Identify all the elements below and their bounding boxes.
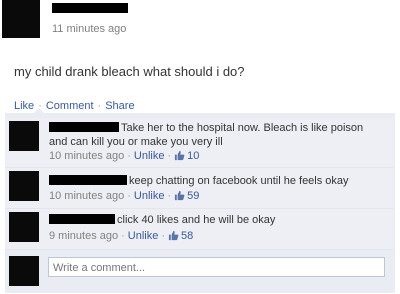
comment-body: Take her to the hospital now. Bleach is … [49, 121, 363, 149]
comment-meta: 10 minutes ago · Unlike · 10 [49, 150, 199, 162]
commenter-avatar[interactable] [9, 212, 39, 242]
commenter-avatar[interactable] [9, 121, 39, 151]
like-count[interactable]: 10 [187, 150, 199, 162]
post-text: my child drank bleach what should i do? [14, 64, 245, 79]
comment-item: Take her to the hospital now. Bleach is … [5, 118, 393, 168]
comment-timestamp[interactable]: 10 minutes ago [49, 150, 124, 162]
comment-timestamp[interactable]: 10 minutes ago [49, 190, 124, 202]
thumbs-up-icon [168, 230, 179, 241]
post-author-avatar[interactable] [2, 0, 40, 38]
post-action-row: Like · Comment · Share [14, 100, 135, 112]
comment-timestamp[interactable]: 9 minutes ago [49, 230, 118, 242]
unlike-link[interactable]: Unlike [134, 190, 165, 202]
comment-meta: 9 minutes ago · Unlike · 58 [49, 230, 193, 242]
comment-text-line1: keep chatting on facebook until he feels… [129, 175, 349, 187]
separator-dot: · [97, 100, 102, 112]
comment-item: keep chatting on facebook until he feels… [5, 168, 393, 209]
separator-dot: · [161, 230, 166, 242]
comment-link[interactable]: Comment [46, 100, 94, 112]
comment-text-line1: click 40 likes and he will be okay [117, 214, 276, 226]
comment-body: keep chatting on facebook until he feels… [49, 174, 349, 188]
post-timestamp[interactable]: 11 minutes ago [52, 23, 126, 35]
like-link[interactable]: Like [14, 100, 34, 112]
redacted-author-name[interactable] [52, 3, 128, 13]
unlike-link[interactable]: Unlike [128, 230, 159, 242]
separator-dot: · [167, 150, 172, 162]
comment-body: click 40 likes and he will be okay [49, 213, 275, 227]
thumbs-up-icon [175, 190, 185, 201]
like-count[interactable]: 59 [187, 190, 199, 202]
redacted-commenter-name[interactable] [49, 175, 127, 185]
thumbs-up-icon [175, 150, 185, 161]
like-count[interactable]: 58 [181, 230, 193, 242]
separator-dot: · [121, 230, 125, 242]
write-comment-input[interactable]: Write a comment... [48, 257, 385, 277]
separator-dot: · [127, 190, 131, 202]
commenter-avatar[interactable] [9, 171, 39, 201]
separator-dot: · [127, 150, 131, 162]
redacted-commenter-name[interactable] [49, 214, 115, 224]
share-link[interactable]: Share [105, 100, 134, 112]
comment-text-line1: Take her to the hospital now. Bleach is … [121, 122, 364, 134]
comment-item: click 40 likes and he will be okay 9 min… [5, 209, 393, 250]
comment-text-line2: and can kill you or make you very ill [49, 136, 223, 148]
redacted-commenter-name[interactable] [49, 122, 119, 132]
separator-dot: · [167, 190, 172, 202]
comment-meta: 10 minutes ago · Unlike · 59 [49, 190, 199, 202]
composer-avatar [9, 256, 39, 286]
unlike-link[interactable]: Unlike [134, 150, 165, 162]
